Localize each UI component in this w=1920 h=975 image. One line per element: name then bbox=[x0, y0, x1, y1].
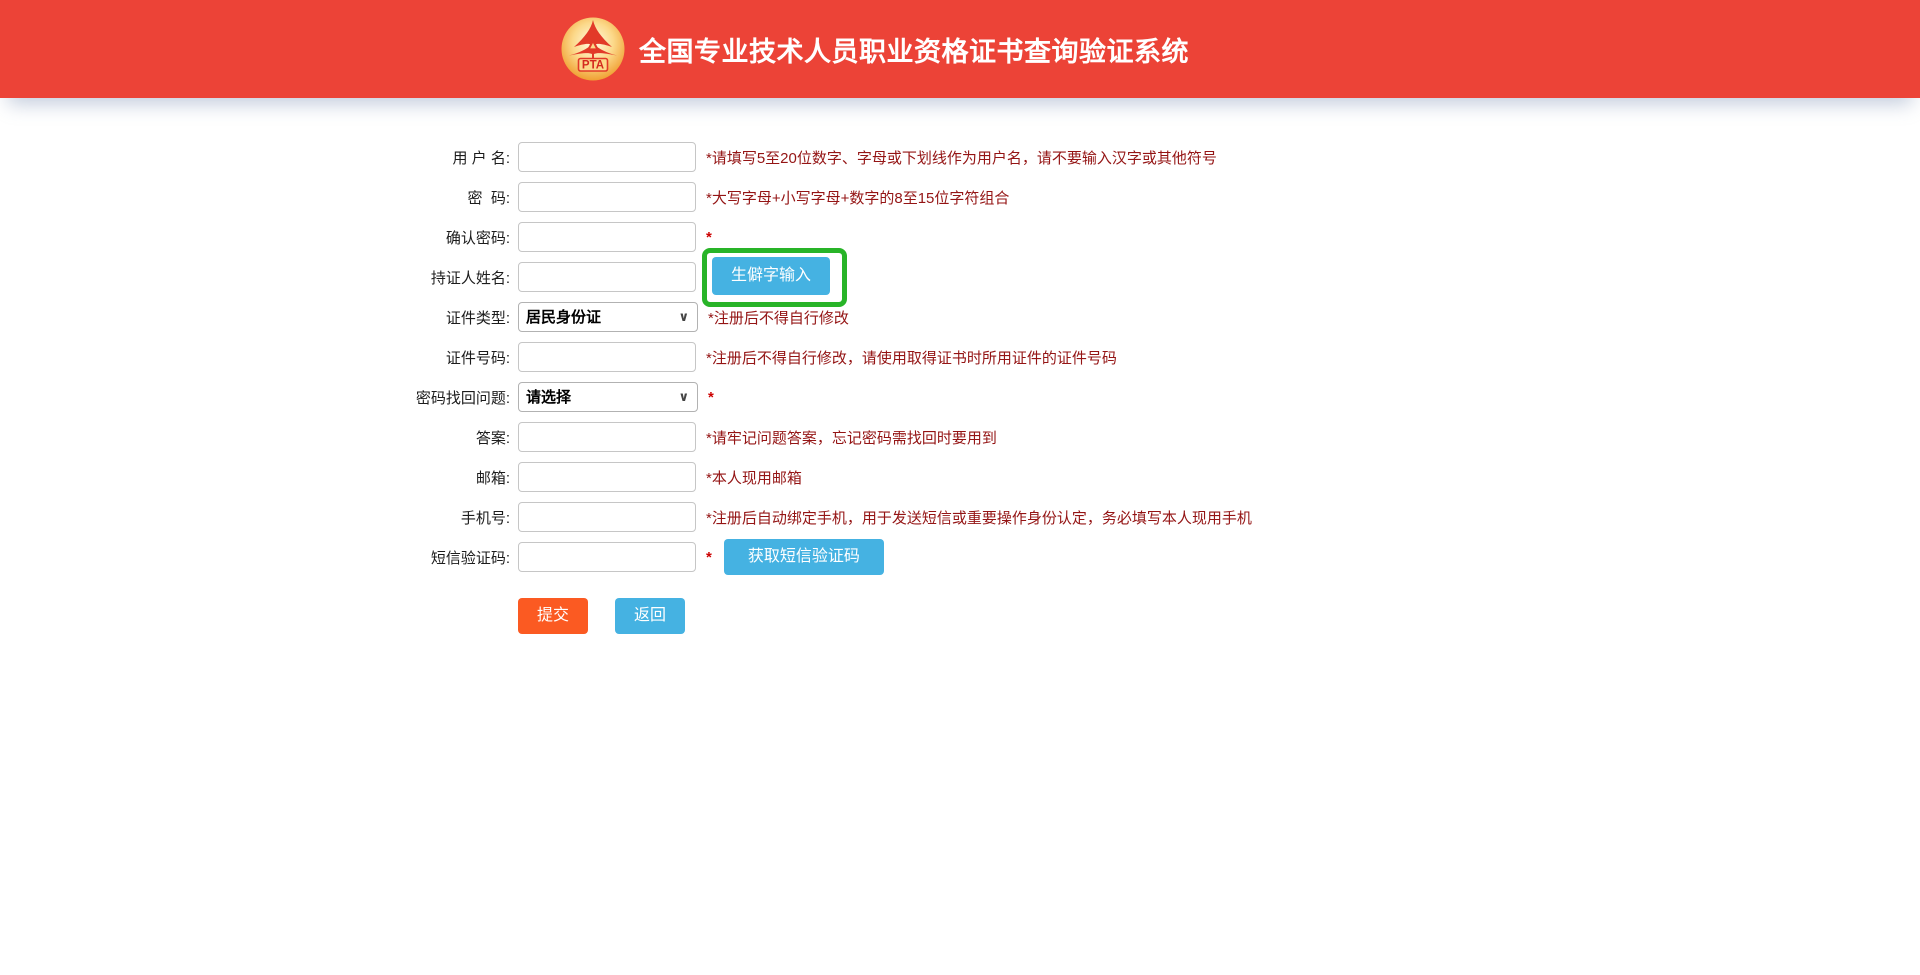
id-type-select[interactable]: 居民身份证 bbox=[518, 302, 698, 332]
password-input[interactable] bbox=[518, 182, 696, 212]
page-title: 全国专业技术人员职业资格证书查询验证系统 bbox=[639, 30, 1189, 69]
registration-form: 用 户 名: *请填写5至20位数字、字母或下划线作为用户名，请不要输入汉字或其… bbox=[0, 98, 1920, 634]
form-row-confirm-password: 确认密码: * bbox=[410, 222, 1920, 252]
security-question-select-wrap: 请选择 ∨ bbox=[518, 382, 698, 412]
form-row-password: 密 码: *大写字母+小写字母+数字的8至15位字符组合 bbox=[410, 182, 1920, 212]
form-row-holder-name: 持证人姓名: 生僻字输入 bbox=[410, 262, 1920, 292]
answer-input[interactable] bbox=[518, 422, 696, 452]
confirm-password-input[interactable] bbox=[518, 222, 696, 252]
form-row-username: 用 户 名: *请填写5至20位数字、字母或下划线作为用户名，请不要输入汉字或其… bbox=[410, 142, 1920, 172]
form-row-security-question: 密码找回问题: 请选择 ∨ * bbox=[410, 382, 1920, 412]
mobile-hint: *注册后自动绑定手机，用于发送短信或重要操作身份认定，务必填写本人现用手机 bbox=[706, 507, 1252, 528]
app-header: PTA 全国专业技术人员职业资格证书查询验证系统 bbox=[0, 0, 1920, 98]
pta-logo-icon: PTA bbox=[561, 17, 625, 81]
brand: PTA 全国专业技术人员职业资格证书查询验证系统 bbox=[561, 17, 1189, 81]
username-input[interactable] bbox=[518, 142, 696, 172]
submit-button[interactable]: 提交 bbox=[518, 598, 588, 634]
click-highlight-box: 生僻字输入 bbox=[702, 248, 847, 307]
sms-code-input[interactable] bbox=[518, 542, 696, 572]
confirm-password-label: 确认密码: bbox=[410, 227, 510, 248]
mobile-input[interactable] bbox=[518, 502, 696, 532]
password-hint: *大写字母+小写字母+数字的8至15位字符组合 bbox=[706, 187, 1009, 208]
id-type-select-wrap: 居民身份证 ∨ bbox=[518, 302, 698, 332]
answer-hint: *请牢记问题答案，忘记密码需找回时要用到 bbox=[706, 427, 997, 448]
form-row-email: 邮箱: *本人现用邮箱 bbox=[410, 462, 1920, 492]
holder-name-input[interactable] bbox=[518, 262, 696, 292]
form-row-id-type: 证件类型: 居民身份证 ∨ *注册后不得自行修改 bbox=[410, 302, 1920, 332]
answer-label: 答案: bbox=[410, 427, 510, 448]
mobile-label: 手机号: bbox=[410, 507, 510, 528]
form-row-sms-code: 短信验证码: * 获取短信验证码 bbox=[410, 542, 1920, 572]
sms-code-asterisk: * bbox=[706, 549, 712, 566]
form-row-mobile: 手机号: *注册后自动绑定手机，用于发送短信或重要操作身份认定，务必填写本人现用… bbox=[410, 502, 1920, 532]
form-row-id-number: 证件号码: *注册后不得自行修改，请使用取得证书时所用证件的证件号码 bbox=[410, 342, 1920, 372]
holder-name-label: 持证人姓名: bbox=[410, 267, 510, 288]
security-question-select[interactable]: 请选择 bbox=[518, 382, 698, 412]
security-question-label: 密码找回问题: bbox=[410, 387, 510, 408]
form-row-answer: 答案: *请牢记问题答案，忘记密码需找回时要用到 bbox=[410, 422, 1920, 452]
id-number-hint: *注册后不得自行修改，请使用取得证书时所用证件的证件号码 bbox=[706, 347, 1117, 368]
back-button[interactable]: 返回 bbox=[615, 598, 685, 634]
get-sms-code-button[interactable]: 获取短信验证码 bbox=[724, 539, 884, 575]
sms-code-label: 短信验证码: bbox=[410, 547, 510, 568]
rare-character-input-button[interactable]: 生僻字输入 bbox=[712, 257, 830, 295]
email-label: 邮箱: bbox=[410, 467, 510, 488]
id-number-input[interactable] bbox=[518, 342, 696, 372]
email-input[interactable] bbox=[518, 462, 696, 492]
username-label: 用 户 名: bbox=[410, 147, 510, 168]
id-type-hint: *注册后不得自行修改 bbox=[708, 307, 849, 328]
password-label: 密 码: bbox=[410, 187, 510, 208]
svg-text:PTA: PTA bbox=[582, 60, 604, 72]
email-hint: *本人现用邮箱 bbox=[706, 467, 802, 488]
username-hint: *请填写5至20位数字、字母或下划线作为用户名，请不要输入汉字或其他符号 bbox=[706, 147, 1217, 168]
id-type-label: 证件类型: bbox=[410, 307, 510, 328]
form-actions: 提交 返回 bbox=[518, 598, 1920, 634]
confirm-password-asterisk: * bbox=[706, 229, 712, 246]
id-number-label: 证件号码: bbox=[410, 347, 510, 368]
security-question-asterisk: * bbox=[708, 389, 714, 406]
